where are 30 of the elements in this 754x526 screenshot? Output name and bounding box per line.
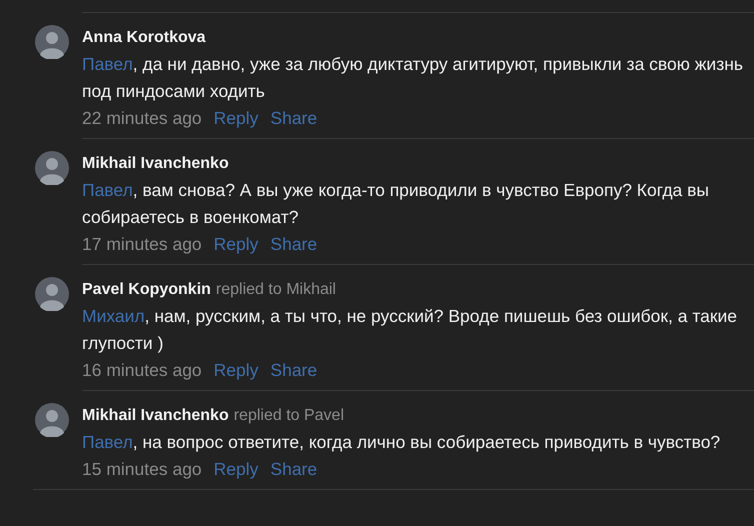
comment-text: Павел, вам снова? А вы уже когда-то приводили в чувство Европу? Когда вы собираетесь в военкомат? [82,179,710,229]
mention-link[interactable]: Павел [82,54,133,74]
action-link[interactable]: Reply [214,234,258,255]
comment-text: Павел, на вопрос ответите, когда лично вы собираетесь приводить в чувство? [82,431,722,454]
replied-to-label: replied to Mikhail [216,280,336,298]
timestamp: 15 minutes ago [82,459,202,480]
action-link[interactable]: Share [270,459,318,480]
replied-to-label: replied to Pavel [234,406,344,424]
mention-link[interactable]: Павел [82,180,133,200]
action-link[interactable]: Share [270,234,318,255]
comment-text: Павел, да ни давно, уже за любую диктатуру агитируют, привыкли за свою жизнь под пиндосами ходить [82,53,744,103]
comment-text: Михаил, нам, русским, а ты что, не русский? Вроде пишешь без ошибок, а такие глупости ) [82,305,738,355]
timestamp: 16 minutes ago [82,360,202,381]
action-link[interactable]: Reply [214,108,258,129]
author-name[interactable]: Anna Korotkova [82,28,206,46]
author-name[interactable]: Mikhail Ivanchenko [82,406,229,424]
author-name[interactable]: Pavel Kopyonkin [82,280,211,298]
timestamp: 22 minutes ago [82,108,202,129]
action-link[interactable]: Share [270,360,318,381]
avatar-icon [35,151,69,185]
mention-link[interactable]: Михаил [82,306,145,326]
action-link[interactable]: Reply [214,360,258,381]
author-name[interactable]: Mikhail Ivanchenko [82,154,229,172]
mention-link[interactable]: Павел [82,432,133,452]
avatar-icon [35,277,69,311]
avatar-icon [35,25,69,59]
action-link[interactable]: Reply [214,459,258,480]
avatar-icon [35,403,69,437]
timestamp: 17 minutes ago [82,234,202,255]
action-link[interactable]: Share [270,108,318,129]
